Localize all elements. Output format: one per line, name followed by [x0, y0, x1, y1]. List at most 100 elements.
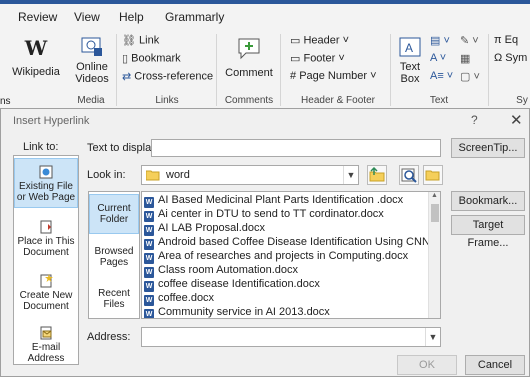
- drop-cap-icon[interactable]: A≡ ˅: [430, 70, 453, 82]
- page-number-button[interactable]: # Page Number ˅: [290, 70, 377, 82]
- browse-web-button[interactable]: [399, 165, 419, 185]
- browsed-pages-label-2: Pages: [99, 257, 129, 268]
- ok-button[interactable]: OK: [397, 355, 457, 375]
- browsed-pages-tab[interactable]: Browsed Pages: [89, 238, 139, 276]
- signature-line-icon[interactable]: ✎ ˅: [460, 34, 479, 47]
- date-time-icon[interactable]: ▦: [460, 52, 470, 65]
- address-input[interactable]: ▼: [141, 327, 441, 347]
- recent-files-tab[interactable]: Recent Files: [89, 280, 139, 318]
- video-icon: [81, 37, 102, 56]
- online-videos-button[interactable]: Online Videos: [70, 36, 114, 85]
- up-folder-icon: [369, 166, 385, 182]
- place-in-document-icon: [40, 220, 52, 234]
- svg-text:A: A: [405, 41, 413, 55]
- tab-view[interactable]: View: [74, 10, 100, 24]
- bookmark-dialog-button[interactable]: Bookmark...: [451, 191, 525, 211]
- media-group-label: Media: [77, 95, 105, 106]
- link-button[interactable]: ⛓ Link: [122, 34, 159, 47]
- link-to-label-line2: Document: [23, 247, 69, 258]
- online-videos-label-1: Online: [76, 61, 108, 73]
- file-list[interactable]: W AI Based Medicinal Plant Parts Identifi…: [141, 191, 441, 319]
- link-to-label-line1: Place in This: [17, 236, 75, 247]
- word-doc-icon: W: [144, 295, 154, 306]
- link-to-label-line1: Existing File: [19, 181, 73, 192]
- recent-files-label-1: Recent: [98, 288, 130, 299]
- list-item[interactable]: W AI LAB Proposal.docx: [144, 222, 265, 236]
- text-to-display-input[interactable]: [151, 139, 441, 157]
- cancel-button[interactable]: Cancel: [465, 355, 525, 375]
- footer-label: Footer: [303, 52, 336, 65]
- link-to-place-in-document[interactable]: Place in This Document: [14, 216, 78, 262]
- file-source-bar: Current Folder Browsed Pages Recent File…: [88, 191, 140, 319]
- new-document-icon: [40, 274, 53, 288]
- tab-review[interactable]: Review: [18, 10, 57, 24]
- ribbon-tabs: Review View Help Grammarly: [0, 4, 530, 30]
- tab-help[interactable]: Help: [119, 10, 144, 24]
- list-item[interactable]: W Android based Coffee Disease Identifica…: [144, 236, 440, 250]
- comment-icon: [238, 38, 260, 60]
- word-doc-icon: W: [144, 239, 154, 250]
- omega-icon: Ω: [494, 52, 503, 64]
- link-to-email-address[interactable]: E-mail Address: [14, 322, 78, 368]
- symbols-group-label: Sy: [516, 95, 528, 106]
- list-item[interactable]: W AI Based Medicinal Plant Parts Identifi…: [144, 194, 403, 208]
- separator: [488, 34, 489, 106]
- bookmark-label: Bookmark: [131, 52, 181, 65]
- header-button[interactable]: ▭ Header ˅: [290, 34, 349, 47]
- look-in-label: Look in:: [87, 169, 126, 181]
- list-item[interactable]: W Class room Automation.docx: [144, 264, 298, 278]
- word-doc-icon: W: [144, 253, 154, 264]
- object-icon[interactable]: ▢ ˅: [460, 70, 480, 83]
- cross-reference-label: Cross-reference: [134, 70, 214, 83]
- text-box-button[interactable]: A Text Box: [396, 36, 424, 85]
- list-item[interactable]: W Area of researches and projects in Comp…: [144, 250, 408, 264]
- ribbon: ns W Wikipedia Online Videos Media ⛓ Lin…: [0, 30, 530, 110]
- footer-button[interactable]: ▭ Footer ˅: [290, 52, 345, 65]
- word-doc-icon: W: [144, 309, 154, 318]
- word-doc-icon: W: [144, 281, 154, 292]
- header-icon: ▭: [290, 35, 301, 47]
- chevron-down-icon[interactable]: ▼: [343, 166, 358, 184]
- link-to-label-line2: or Web Page: [16, 192, 76, 203]
- list-item[interactable]: Wcoffee.docx: [144, 292, 214, 306]
- file-name: coffee disease Identification.docx: [158, 278, 320, 290]
- current-folder-tab[interactable]: Current Folder: [89, 194, 139, 234]
- up-folder-button[interactable]: [367, 165, 387, 185]
- list-item[interactable]: W Ai center in DTU to send to TT cordinat…: [144, 208, 384, 222]
- equation-button[interactable]: π Eq: [494, 34, 518, 46]
- scrollbar-thumb[interactable]: [431, 204, 439, 222]
- recent-files-label-2: Files: [103, 299, 125, 310]
- link-to-label: Link to:: [23, 141, 59, 153]
- scroll-up-icon[interactable]: ▲: [431, 192, 438, 199]
- link-to-existing-file[interactable]: Existing File or Web Page: [14, 158, 78, 208]
- page-number-label: Page Number: [299, 70, 368, 82]
- link-to-label-line1: Create New: [19, 290, 73, 301]
- file-list-scrollbar[interactable]: ▲: [428, 192, 440, 318]
- tab-grammarly[interactable]: Grammarly: [165, 10, 224, 24]
- link-to-label-line2: Address: [27, 353, 65, 364]
- help-icon[interactable]: ?: [471, 113, 478, 127]
- wordart-icon[interactable]: A ˅: [430, 52, 446, 64]
- symbol-button[interactable]: Ω Sym: [494, 52, 527, 64]
- link-to-create-new-document[interactable]: Create New Document: [14, 270, 78, 316]
- wikipedia-button[interactable]: W Wikipedia: [12, 36, 60, 78]
- cross-reference-button[interactable]: ⇄ Cross-reference: [122, 70, 213, 83]
- target-frame-button[interactable]: Target Frame...: [451, 215, 525, 249]
- list-item[interactable]: W Community service in AI 2013.docx: [144, 306, 330, 318]
- header-label: Header: [303, 34, 340, 47]
- link-to-label-line1: E-mail: [31, 342, 61, 353]
- close-icon[interactable]: ✕: [510, 111, 523, 129]
- bookmark-button[interactable]: ▯ Bookmark: [122, 52, 181, 65]
- file-name: Community service in AI 2013.docx: [158, 306, 330, 318]
- list-item[interactable]: Wcoffee disease Identification.docx: [144, 278, 320, 292]
- separator: [116, 34, 117, 106]
- chevron-down-icon[interactable]: ▼: [425, 328, 440, 346]
- look-in-select[interactable]: word ▼: [141, 165, 359, 185]
- comment-button[interactable]: Comment: [222, 36, 276, 79]
- header-footer-group-label: Header & Footer: [301, 95, 375, 106]
- browse-file-button[interactable]: [423, 165, 443, 185]
- quick-parts-icon[interactable]: ▤ ˅: [430, 34, 450, 47]
- link-icon: ⛓: [122, 35, 136, 47]
- screentip-button[interactable]: ScreenTip...: [451, 138, 525, 158]
- browsed-pages-label-1: Browsed: [94, 246, 134, 257]
